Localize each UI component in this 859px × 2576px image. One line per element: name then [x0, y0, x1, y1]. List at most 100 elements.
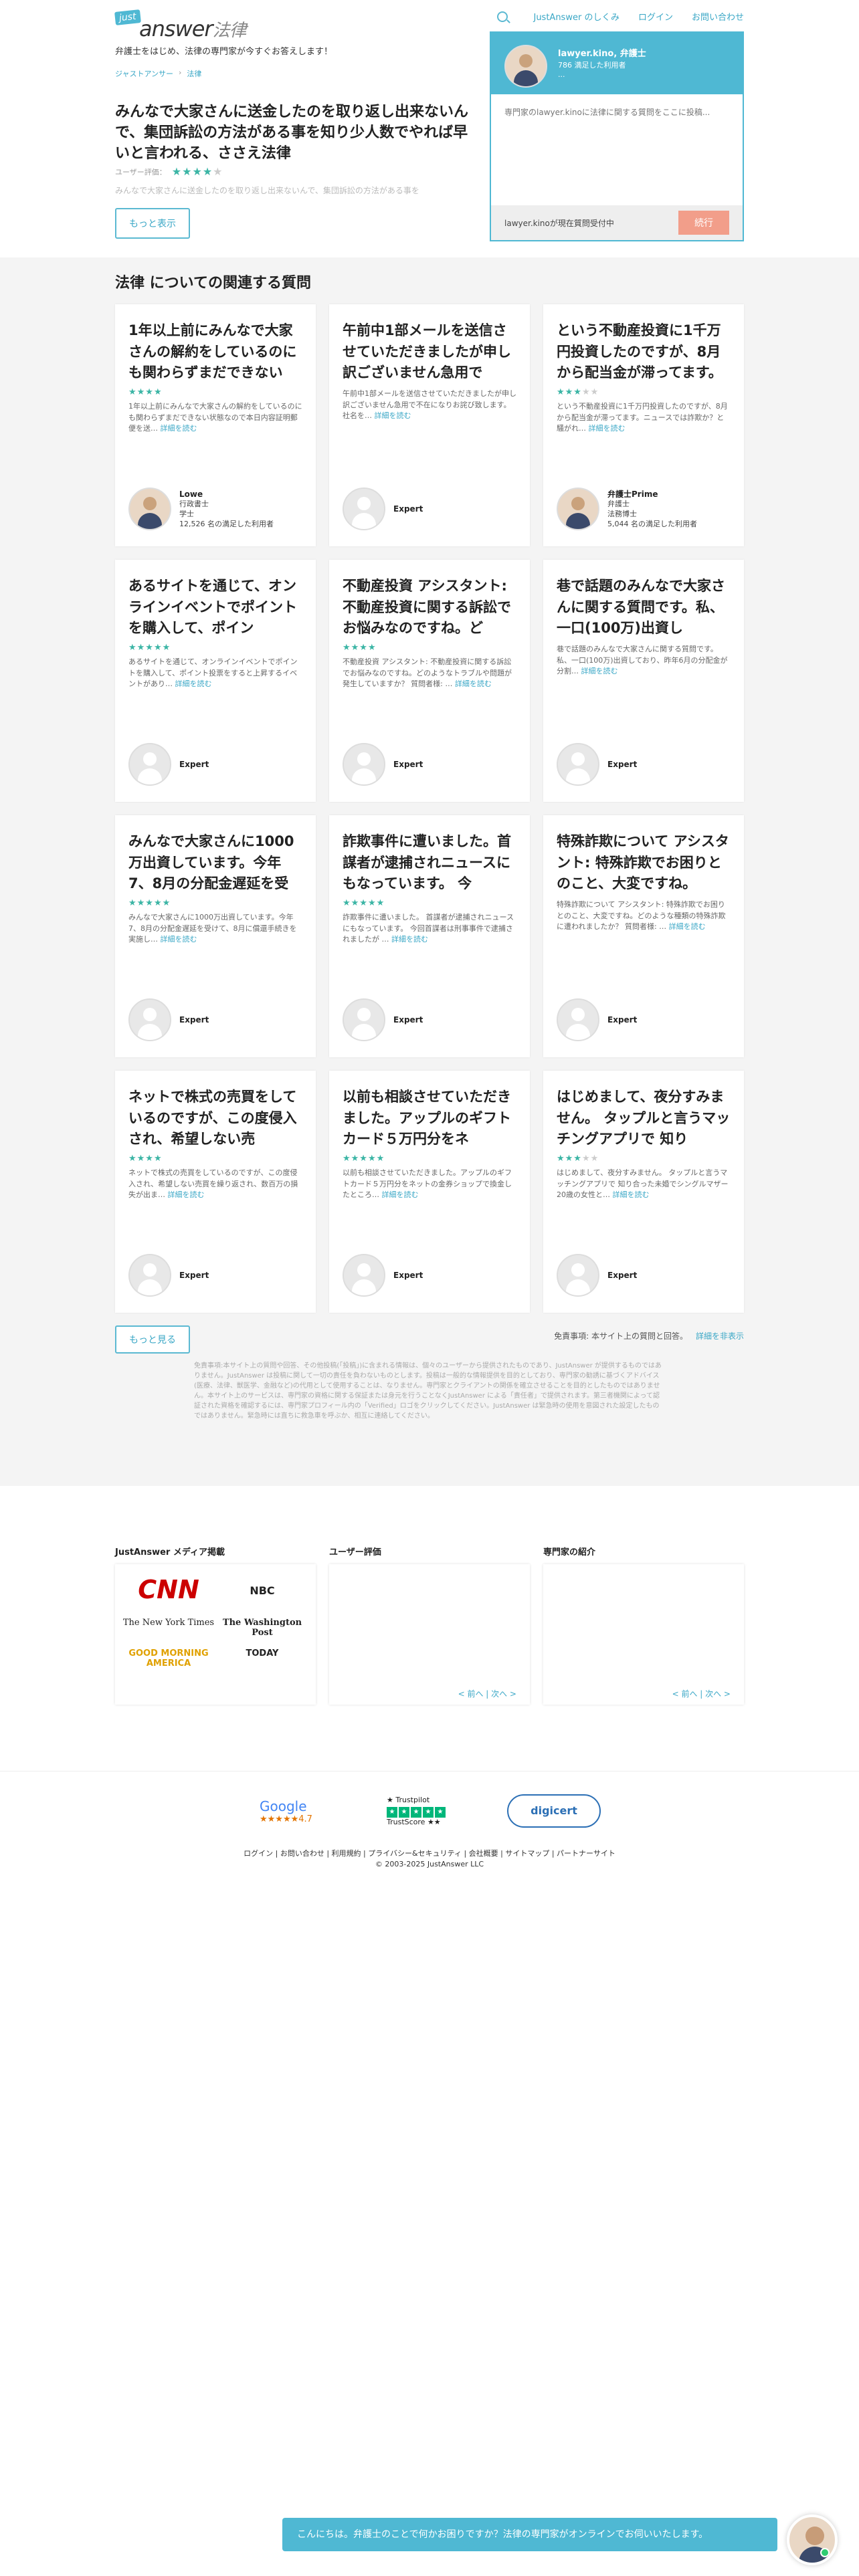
- hide-details-link[interactable]: 詳細を非表示: [696, 1331, 744, 1341]
- card-title[interactable]: 以前も相談させていただきました。アップルのギフトカード５万円分をネ: [343, 1087, 516, 1151]
- expert-role: 弁護士: [607, 499, 630, 508]
- card-title[interactable]: 詐欺事件に遭いました。首謀者が逮捕されニュースにもなっています。 今: [343, 831, 516, 895]
- user-rating: ユーザー評価： ★★★★★: [115, 165, 223, 178]
- expert-name: Expert: [393, 1270, 423, 1280]
- nav-login[interactable]: ログイン: [638, 10, 673, 23]
- expert-satisfied: 12,526 名の満足した利用者: [179, 519, 274, 528]
- card-title[interactable]: みんなで大家さんに1000万出資しています。今年7、8月の分配金遅延を受: [128, 831, 302, 895]
- card-title[interactable]: という不動産投資に1千万円投資したのですが、8月から配当金が滞ってます。: [557, 320, 731, 385]
- card-description: みんなで大家さんに1000万出資しています。今年7、8月の分配金遅延を受けて、8…: [128, 913, 297, 944]
- card-title[interactable]: 特殊詐欺について アシスタント: 特殊詐欺でお困りとのこと、大変ですね。: [557, 831, 731, 895]
- card-expert: Expert: [128, 998, 209, 1041]
- card-title[interactable]: 午前中1部メールを送信させていただきましたが申し訳ございません急用で: [343, 320, 516, 385]
- read-more-link[interactable]: 詳細を読む: [382, 1190, 419, 1199]
- read-more-link[interactable]: 詳細を読む: [391, 935, 428, 944]
- read-more-link[interactable]: 詳細を読む: [613, 1190, 650, 1199]
- question-input[interactable]: [504, 106, 732, 207]
- trust-badges: Google ★★★★★4.7 ★ Trustpilot ★ ★ ★ ★ ★ Trust…: [260, 1794, 601, 1828]
- breadcrumb-home[interactable]: ジャストアンサー: [115, 68, 173, 79]
- question-card[interactable]: という不動産投資に1千万円投資したのですが、8月から配当金が滞ってます。 ★★★…: [543, 304, 744, 546]
- expert-status: lawyer.kinoが現在質問受付中: [504, 219, 614, 228]
- card-star-rating: ★★★★: [128, 1154, 163, 1164]
- chat-prompt-banner[interactable]: こんにちは。弁護士のことで何かお困りですか？法律の専門家がオンラインでお伺いいた…: [282, 2518, 777, 2551]
- question-card[interactable]: あるサイトを通じて、オンラインイベントでポイントを購入して、ポイン ★★★★★ …: [115, 560, 316, 802]
- expert-avatar-icon: [557, 1254, 599, 1297]
- breadcrumb-separator: ›: [179, 68, 182, 77]
- card-expert: Expert: [343, 488, 423, 530]
- breadcrumb-law[interactable]: 法律: [187, 68, 201, 79]
- read-more-link[interactable]: 詳細を読む: [161, 935, 197, 944]
- card-star-rating: ★★★★★: [128, 898, 171, 908]
- read-more-link[interactable]: 詳細を読む: [375, 411, 411, 420]
- question-card[interactable]: 1年以上前にみんなで大家さんの解約をしているのにも関わらずまだできない ★★★★…: [115, 304, 316, 546]
- experts-box: < 前へ | 次へ >: [543, 1564, 744, 1705]
- cnn-logo: CNN: [138, 1575, 199, 1604]
- nav-how-it-works[interactable]: JustAnswer のしくみ: [533, 10, 619, 23]
- rating-label: ユーザー評価：: [115, 167, 167, 177]
- question-card[interactable]: みんなで大家さんに1000万出資しています。今年7、8月の分配金遅延を受 ★★★…: [115, 815, 316, 1057]
- card-expert: Expert: [557, 1254, 637, 1297]
- media-box: CNN NBC The New York Times The Washingto…: [115, 1564, 316, 1705]
- card-star-rating: ★★★★: [128, 387, 163, 397]
- read-more-link[interactable]: 詳細を読む: [581, 667, 618, 675]
- expert-chat-widget: lawyer.kino, 弁護士 786 満足した利用者 ... lawyer.…: [490, 31, 744, 241]
- expert-degree: 法務博士: [607, 509, 637, 518]
- see-more-button[interactable]: もっと見る: [115, 1325, 190, 1354]
- breadcrumb: ジャストアンサー › 法律: [115, 68, 201, 79]
- chat-footer: lawyer.kinoが現在質問受付中 続行: [491, 205, 743, 240]
- question-card[interactable]: 詐欺事件に遭いました。首謀者が逮捕されニュースにもなっています。 今 ★★★★★…: [329, 815, 530, 1057]
- search-icon[interactable]: [497, 11, 508, 22]
- card-title[interactable]: はじめまして、夜分すみません。 タップルと言うマッチングアプリで 知り: [557, 1087, 731, 1151]
- expert-role: 行政書士: [179, 499, 209, 508]
- question-card[interactable]: 午前中1部メールを送信させていただきましたが申し訳ございません急用で 午前中1部…: [329, 304, 530, 546]
- card-title[interactable]: あるサイトを通じて、オンラインイベントでポイントを購入して、ポイン: [128, 576, 302, 640]
- footer-links[interactable]: ログイン | お問い合わせ | 利用規約 | プライバシー&セキュリティ | 会…: [0, 1848, 859, 1858]
- chat-header: lawyer.kino, 弁護士 786 満足した利用者 ...: [491, 33, 743, 94]
- expert-name: Expert: [179, 759, 209, 769]
- card-description: ネットで株式の売買をしているのですが、この度侵入され、希望しない売買を繰り返され…: [128, 1168, 298, 1199]
- card-title[interactable]: ネットで株式の売買をしているのですが、この度侵入され、希望しない売: [128, 1087, 302, 1151]
- expert-name: lawyer.kino, 弁護士: [558, 49, 646, 59]
- card-expert: Expert: [343, 1254, 423, 1297]
- question-card[interactable]: ネットで株式の売買をしているのですが、この度侵入され、希望しない売 ★★★★ ネ…: [115, 1071, 316, 1313]
- today-logo: TODAY: [246, 1648, 279, 1658]
- card-description: あるサイトを通じて、オンラインイベントでポイントを購入して、ポイント投票をすると…: [128, 657, 298, 688]
- disclaimer-text: 免責事項:本サイト上の質問や回答、その他投稿(「投稿」)に含まれる情報は、個々の…: [194, 1362, 662, 1420]
- card-description: 1年以上前にみんなで大家さんの解約をしているのにも関わらずまだできない状態なので…: [128, 402, 302, 433]
- expert-name: 弁護士Prime: [607, 489, 658, 499]
- card-expert: Expert: [343, 743, 423, 786]
- question-card[interactable]: 以前も相談させていただきました。アップルのギフトカード５万円分をネ ★★★★★ …: [329, 1071, 530, 1313]
- nav-contact[interactable]: お問い合わせ: [692, 10, 744, 23]
- star-rating: ★★★★★: [171, 165, 223, 178]
- read-more-link[interactable]: 詳細を読む: [161, 424, 197, 433]
- expert-avatar-icon: [557, 488, 599, 530]
- read-more-link[interactable]: 詳細を読む: [175, 679, 212, 688]
- logo-answer: answer法律: [139, 16, 247, 41]
- typing-dots: ...: [558, 70, 565, 79]
- question-card[interactable]: 巷で話題のみんなで大家さんに関する質問です。私、一口(100万)出資し 巷で話題…: [543, 560, 744, 802]
- question-card[interactable]: 特殊詐欺について アシスタント: 特殊詐欺でお困りとのこと、大変ですね。 特殊詐…: [543, 815, 744, 1057]
- digicert-badge: digicert: [507, 1794, 601, 1828]
- reviews-title: ユーザー評価: [329, 1547, 381, 1558]
- reviews-pager[interactable]: < 前へ | 次へ >: [458, 1688, 516, 1699]
- question-cards: 1年以上前にみんなで大家さんの解約をしているのにも関わらずまだできない ★★★★…: [115, 304, 744, 1313]
- experts-pager[interactable]: < 前へ | 次へ >: [672, 1688, 731, 1699]
- expert-avatar-icon: [343, 1254, 385, 1297]
- nbc-logo: NBC: [250, 1584, 275, 1597]
- card-expert: Expert: [557, 743, 637, 786]
- read-more-link[interactable]: 詳細を読む: [589, 424, 626, 433]
- read-more-link[interactable]: 詳細を読む: [455, 679, 492, 688]
- continue-button[interactable]: 続行: [678, 211, 729, 235]
- justanswer-logo[interactable]: just answer法律: [114, 9, 262, 44]
- question-card[interactable]: はじめまして、夜分すみません。 タップルと言うマッチングアプリで 知り ★★★★…: [543, 1071, 744, 1313]
- question-card[interactable]: 不動産投資 アシスタント: 不動産投資に関する訴訟でお悩みなのですね。ど ★★★…: [329, 560, 530, 802]
- trustpilot-stars-icon: ★ ★ ★ ★ ★: [387, 1807, 454, 1818]
- read-more-link[interactable]: 詳細を読む: [669, 922, 706, 931]
- read-more-link[interactable]: 詳細を読む: [168, 1190, 205, 1199]
- expert-name: Lowe: [179, 489, 203, 499]
- card-title[interactable]: 巷で話題のみんなで大家さんに関する質問です。私、一口(100万)出資し: [557, 576, 731, 640]
- card-title[interactable]: 不動産投資 アシスタント: 不動産投資に関する訴訟でお悩みなのですね。ど: [343, 576, 516, 640]
- show-more-button[interactable]: もっと表示: [115, 208, 190, 239]
- chat-expert-avatar-button[interactable]: [787, 2514, 838, 2565]
- card-title[interactable]: 1年以上前にみんなで大家さんの解約をしているのにも関わらずまだできない: [128, 320, 302, 385]
